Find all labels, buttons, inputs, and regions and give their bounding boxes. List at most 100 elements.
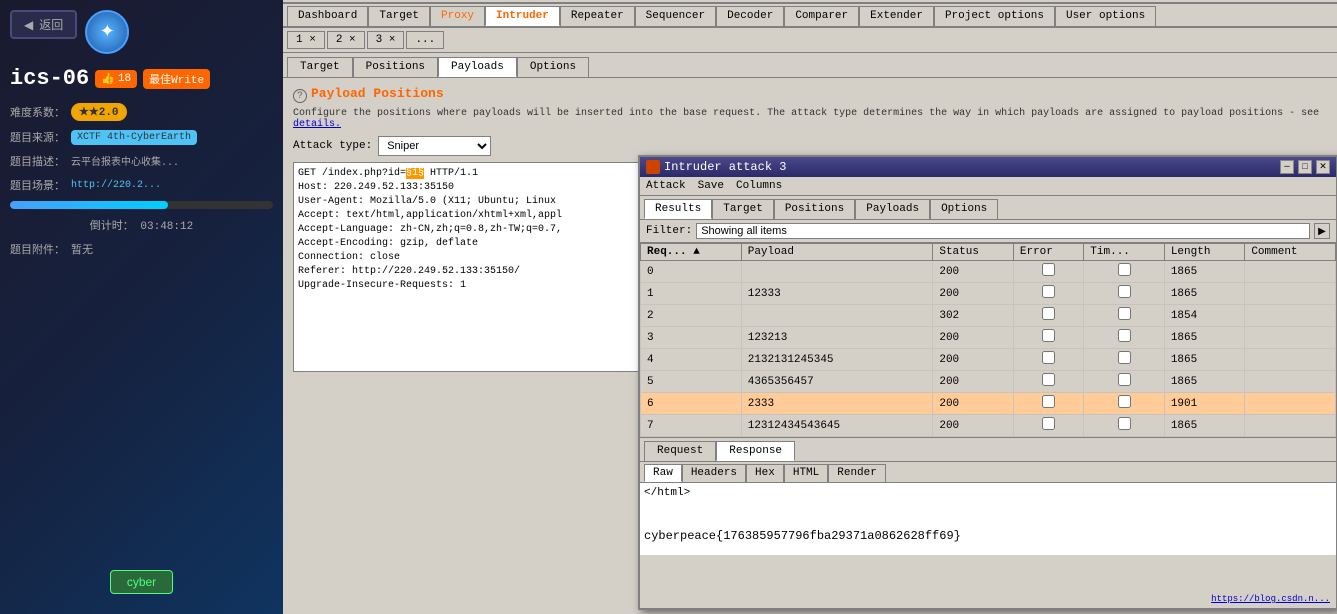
tab-dashboard[interactable]: Dashboard (287, 6, 368, 26)
sub-tab-target[interactable]: Target (287, 57, 353, 77)
attachment-value: 暂无 (71, 241, 93, 257)
col-comment[interactable]: Comment (1245, 244, 1336, 261)
progress-bar-fill (10, 201, 168, 209)
attack-type-label: Attack type: (293, 140, 372, 152)
table-row[interactable]: 7 12312434543645 200 1865 (641, 415, 1336, 437)
tab-project-options[interactable]: Project options (934, 6, 1055, 26)
num-tab-more[interactable]: ... (406, 31, 444, 49)
cell-comment (1245, 283, 1336, 305)
menu-attack[interactable]: Attack (646, 180, 686, 192)
scenario-link[interactable]: http://220.2... (71, 180, 161, 191)
bottom-link[interactable]: https://blog.csdn.n... (1211, 594, 1330, 604)
cell-req: 6 (641, 393, 742, 415)
intruder-tab-bar: Results Target Positions Payloads Option… (640, 196, 1336, 220)
cell-error (1013, 283, 1083, 305)
difficulty-label: 难度系数： (10, 104, 65, 120)
num-tab-bar: 1 × 2 × 3 × ... (283, 28, 1337, 53)
logo: ✦ (85, 10, 129, 54)
cell-status: 200 (933, 415, 1014, 437)
intruder-tab-target[interactable]: Target (712, 199, 774, 219)
table-row[interactable]: 6 2333 200 1901 (641, 393, 1336, 415)
table-row[interactable]: 2 302 1854 (641, 305, 1336, 327)
section-title: Payload Positions (311, 86, 444, 101)
tab-repeater[interactable]: Repeater (560, 6, 635, 26)
req-resp-tab-response[interactable]: Response (716, 441, 795, 461)
left-panel: ◀ 返回 ✦ ics-06 👍 18 最佳Write 难度系数： ★★2.0 题… (0, 0, 283, 614)
cell-comment (1245, 349, 1336, 371)
main-tab-bar: Dashboard Target Proxy Intruder Repeater… (283, 4, 1337, 28)
content-tab-hex[interactable]: Hex (746, 464, 784, 482)
menu-save[interactable]: Save (698, 180, 724, 192)
maximize-button[interactable]: □ (1298, 160, 1312, 174)
cell-req: 7 (641, 415, 742, 437)
menu-columns[interactable]: Columns (736, 180, 782, 192)
cell-error (1013, 261, 1083, 283)
table-row[interactable]: 5 4365356457 200 1865 (641, 371, 1336, 393)
cyber-button[interactable]: cyber (110, 570, 173, 594)
sub-tab-options[interactable]: Options (517, 57, 589, 77)
col-error[interactable]: Error (1013, 244, 1083, 261)
filter-label: Filter: (646, 225, 692, 237)
attack-type-row: Attack type: Sniper Battering ram Pitchf… (293, 136, 1327, 156)
section-description: Configure the positions where payloads w… (293, 108, 1327, 130)
content-tab-html[interactable]: HTML (784, 464, 828, 482)
tab-comparer[interactable]: Comparer (784, 6, 859, 26)
attack-type-select[interactable]: Sniper Battering ram Pitchfork Cluster b… (378, 136, 491, 156)
cell-payload: 12333 (741, 283, 933, 305)
cell-comment (1245, 415, 1336, 437)
results-table-container: Req... ▲ Payload Status Error Tim... Len… (640, 243, 1336, 438)
num-tab-1[interactable]: 1 × (287, 31, 325, 49)
tab-decoder[interactable]: Decoder (716, 6, 784, 26)
req-resp-tab-request[interactable]: Request (644, 441, 716, 461)
back-button[interactable]: ◀ 返回 (10, 10, 77, 39)
table-row[interactable]: 0 200 1865 (641, 261, 1336, 283)
col-req[interactable]: Req... ▲ (641, 244, 742, 261)
intruder-tab-payloads[interactable]: Payloads (855, 199, 930, 219)
tab-extender[interactable]: Extender (859, 6, 934, 26)
minimize-button[interactable]: ─ (1280, 160, 1294, 174)
cell-length: 1854 (1164, 305, 1245, 327)
cell-length: 1865 (1164, 261, 1245, 283)
filter-expand-button[interactable]: ▶ (1314, 223, 1330, 239)
titlebar-buttons: ─ □ ✕ (1280, 160, 1330, 174)
cell-status: 200 (933, 393, 1014, 415)
cell-length: 1865 (1164, 283, 1245, 305)
col-payload[interactable]: Payload (741, 244, 933, 261)
cell-comment (1245, 305, 1336, 327)
cell-payload: 123213 (741, 327, 933, 349)
content-tab-bar: Raw Headers Hex HTML Render (640, 462, 1336, 483)
num-tab-2[interactable]: 2 × (327, 31, 365, 49)
help-icon[interactable]: ? (293, 89, 307, 103)
intruder-tab-results[interactable]: Results (644, 199, 712, 219)
content-tab-raw[interactable]: Raw (644, 464, 682, 482)
cell-req: 2 (641, 305, 742, 327)
table-row[interactable]: 4 2132131245345 200 1865 (641, 349, 1336, 371)
cell-time (1084, 415, 1165, 437)
cell-req: 1 (641, 283, 742, 305)
col-status[interactable]: Status (933, 244, 1014, 261)
intruder-tab-positions[interactable]: Positions (774, 199, 855, 219)
col-length[interactable]: Length (1164, 244, 1245, 261)
intruder-tab-options[interactable]: Options (930, 199, 998, 219)
tab-target[interactable]: Target (368, 6, 430, 26)
titlebar-left: Intruder attack 3 (646, 160, 786, 174)
tab-sequencer[interactable]: Sequencer (635, 6, 716, 26)
table-row[interactable]: 3 123213 200 1865 (641, 327, 1336, 349)
cell-payload: 12312434543645 (741, 415, 933, 437)
cell-error (1013, 349, 1083, 371)
response-body-line1: </html> (644, 487, 1332, 499)
sub-tab-positions[interactable]: Positions (353, 57, 438, 77)
intruder-window-title: Intruder attack 3 (664, 160, 786, 174)
sub-tab-payloads[interactable]: Payloads (438, 57, 517, 77)
tab-proxy[interactable]: Proxy (430, 6, 485, 26)
tab-user-options[interactable]: User options (1055, 6, 1156, 26)
cell-time (1084, 349, 1165, 371)
content-tab-render[interactable]: Render (828, 464, 886, 482)
tab-intruder[interactable]: Intruder (485, 6, 560, 26)
close-button[interactable]: ✕ (1316, 160, 1330, 174)
num-tab-3[interactable]: 3 × (367, 31, 405, 49)
filter-input[interactable] (696, 223, 1310, 239)
content-tab-headers[interactable]: Headers (682, 464, 746, 482)
col-time[interactable]: Tim... (1084, 244, 1165, 261)
table-row[interactable]: 1 12333 200 1865 (641, 283, 1336, 305)
